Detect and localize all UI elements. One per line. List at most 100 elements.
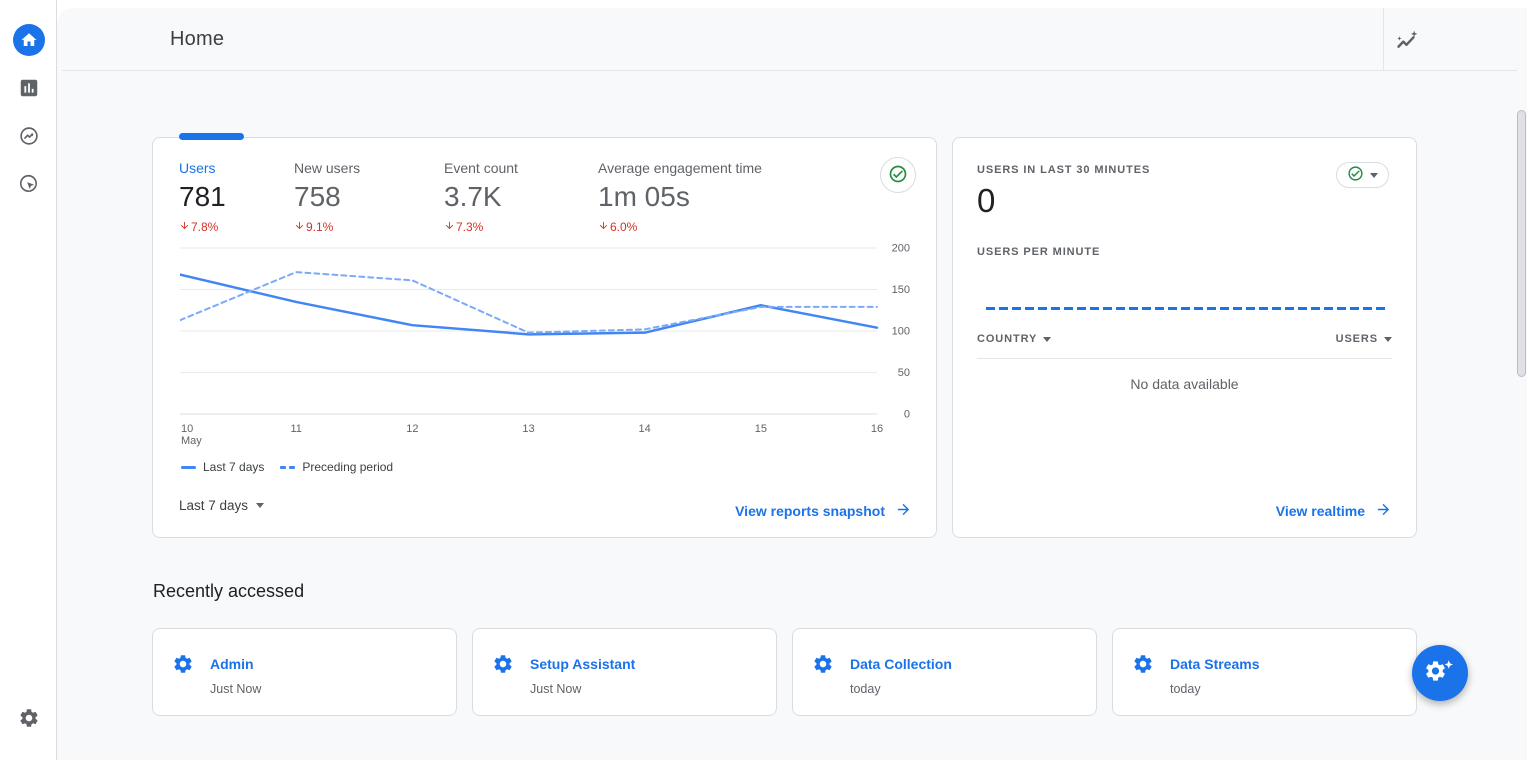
recent-card-title[interactable]: Data Streams — [1170, 656, 1260, 672]
gear-icon — [492, 653, 514, 680]
table-divider — [977, 358, 1392, 359]
insights-button[interactable] — [1394, 28, 1420, 54]
metric-tab-users[interactable]: Users 781 7.8% — [179, 160, 226, 234]
recent-card-time: Just Now — [530, 682, 581, 696]
sidebar — [0, 0, 57, 760]
sidebar-item-explore[interactable] — [0, 125, 57, 152]
svg-text:14: 14 — [639, 423, 651, 435]
metric-value: 758 — [294, 181, 360, 213]
header-divider — [62, 70, 1517, 71]
chevron-down-icon — [1370, 173, 1378, 178]
insights-fab[interactable] — [1412, 645, 1468, 701]
data-quality-button[interactable] — [880, 157, 916, 193]
recent-card-time: today — [850, 682, 881, 696]
recent-card-data-streams[interactable]: Data Streams today — [1112, 628, 1417, 716]
recently-accessed-heading: Recently accessed — [153, 581, 304, 602]
users-per-minute-chart — [986, 307, 1386, 310]
gear-icon — [172, 653, 194, 680]
metric-delta: 7.8% — [179, 220, 226, 234]
users-per-minute-label: USERS PER MINUTE — [977, 246, 1100, 258]
chart-legend: Last 7 days Preceding period — [181, 460, 393, 474]
svg-text:13: 13 — [522, 423, 534, 435]
metric-delta: 6.0% — [598, 220, 762, 234]
arrow-forward-icon — [895, 501, 912, 521]
legend-item-previous: Preceding period — [280, 460, 393, 474]
svg-text:10: 10 — [181, 423, 193, 435]
users-column-header[interactable]: USERS — [1336, 333, 1392, 345]
metric-value: 1m 05s — [598, 181, 762, 213]
gear-icon — [1132, 653, 1154, 680]
metric-tab-new-users[interactable]: New users 758 9.1% — [294, 160, 360, 234]
analytics-home-app: Home Users 781 7.8% New users 758 9 — [0, 0, 1527, 760]
overview-card: Users 781 7.8% New users 758 9.1% Event … — [152, 137, 937, 538]
bar-chart-icon — [18, 77, 40, 104]
advertising-cursor-icon — [18, 173, 40, 200]
svg-text:200: 200 — [892, 243, 910, 255]
recent-card-title[interactable]: Data Collection — [850, 656, 952, 672]
svg-text:50: 50 — [898, 367, 910, 379]
svg-text:12: 12 — [406, 423, 418, 435]
recent-card-time: today — [1170, 682, 1201, 696]
users-trend-chart: 0 50 100 150 200 10May 11 12 13 14 15 16 — [180, 242, 912, 448]
page-title: Home — [170, 28, 224, 51]
recent-card-title[interactable]: Setup Assistant — [530, 656, 635, 672]
arrow-forward-icon — [1375, 501, 1392, 521]
metric-value: 3.7K — [444, 181, 518, 213]
metric-delta: 7.3% — [444, 220, 518, 234]
arrow-down-icon — [294, 220, 305, 234]
metric-delta: 9.1% — [294, 220, 360, 234]
view-realtime-link[interactable]: View realtime — [1276, 501, 1392, 521]
chevron-down-icon — [1384, 337, 1392, 342]
solid-line-swatch — [181, 466, 196, 469]
recent-card-time: Just Now — [210, 682, 261, 696]
realtime-card: USERS IN LAST 30 MINUTES 0 USERS PER MIN… — [952, 137, 1417, 538]
sidebar-item-reports[interactable] — [0, 77, 57, 104]
sidebar-item-admin-settings[interactable] — [0, 707, 57, 734]
arrow-down-icon — [598, 220, 609, 234]
scrollbar-thumb[interactable] — [1517, 110, 1526, 377]
arrow-down-icon — [179, 220, 190, 234]
date-range-selector[interactable]: Last 7 days — [179, 498, 264, 513]
legend-item-current: Last 7 days — [181, 460, 264, 474]
arrow-down-icon — [444, 220, 455, 234]
svg-text:0: 0 — [904, 409, 910, 421]
home-icon — [13, 24, 45, 56]
sidebar-item-advertising[interactable] — [0, 173, 57, 200]
realtime-quality-dropdown[interactable] — [1336, 162, 1389, 188]
sidebar-item-home[interactable] — [0, 24, 57, 56]
metric-tab-event-count[interactable]: Event count 3.7K 7.3% — [444, 160, 518, 234]
metric-label: New users — [294, 160, 360, 176]
recent-card-data-collection[interactable]: Data Collection today — [792, 628, 1097, 716]
metric-label: Users — [179, 160, 226, 176]
no-data-message: No data available — [953, 376, 1416, 392]
svg-text:100: 100 — [892, 326, 910, 338]
chevron-down-icon — [1043, 337, 1051, 342]
header-vertical-divider — [1383, 8, 1384, 70]
insights-sparkle-icon — [1394, 42, 1420, 57]
svg-text:15: 15 — [755, 423, 767, 435]
users-tab-indicator — [179, 133, 244, 140]
metric-value: 781 — [179, 181, 226, 213]
chevron-down-icon — [256, 503, 264, 508]
dashed-line-swatch — [280, 466, 295, 469]
explore-trend-icon — [18, 125, 40, 152]
svg-text:May: May — [181, 435, 202, 447]
realtime-table-header: COUNTRY USERS — [977, 333, 1392, 345]
check-circle-icon — [1347, 165, 1364, 185]
metric-label: Event count — [444, 160, 518, 176]
gear-sparkle-icon — [1425, 657, 1455, 690]
recent-card-setup-assistant[interactable]: Setup Assistant Just Now — [472, 628, 777, 716]
view-reports-snapshot-link[interactable]: View reports snapshot — [735, 501, 912, 521]
gear-icon — [18, 707, 40, 734]
gear-icon — [812, 653, 834, 680]
recent-card-title[interactable]: Admin — [210, 656, 254, 672]
metric-label: Average engagement time — [598, 160, 762, 176]
check-circle-icon — [888, 164, 908, 187]
recent-card-admin[interactable]: Admin Just Now — [152, 628, 457, 716]
realtime-users-value: 0 — [977, 182, 995, 220]
svg-text:11: 11 — [290, 423, 301, 435]
svg-text:150: 150 — [892, 284, 910, 296]
metric-tab-avg-engagement-time[interactable]: Average engagement time 1m 05s 6.0% — [598, 160, 762, 234]
svg-text:16: 16 — [871, 423, 883, 435]
country-column-header[interactable]: COUNTRY — [977, 333, 1051, 345]
